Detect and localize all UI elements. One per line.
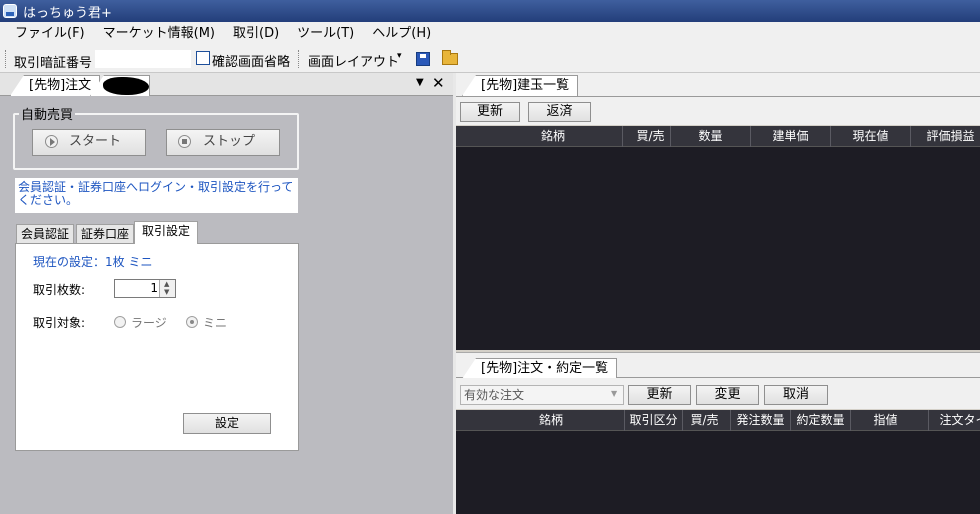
order-filter-select[interactable]: 有効な注文 <box>460 385 624 405</box>
orders-grid[interactable]: 銘柄 取引区分 買/売 発注数量 約定数量 指値 注文タイ <box>456 410 980 514</box>
toolbar-grip[interactable] <box>5 50 8 68</box>
chevron-down-icon[interactable]: ▾ <box>397 51 402 61</box>
radio-mini-label[interactable]: ミニ <box>203 314 227 331</box>
cancel-order-button[interactable]: 取消 <box>764 385 828 405</box>
menu-help[interactable]: ヘルプ(H) <box>363 22 440 46</box>
column-header[interactable]: 銘柄 <box>478 410 624 431</box>
menu-bar: ファイル(F) マーケット情報(M) 取引(D) ツール(T) ヘルプ(H) <box>0 22 980 46</box>
column-header[interactable]: 注文タイ <box>928 410 980 431</box>
toolbar: 取引暗証番号 確認画面省略 画面レイアウト ▾ <box>0 46 980 73</box>
chevron-down-icon[interactable]: ▼ <box>611 389 617 398</box>
radio-large-label[interactable]: ラージ <box>131 314 167 331</box>
trade-count-label: 取引枚数: <box>33 283 86 297</box>
tab-orders-executions[interactable]: [先物]注文・約定一覧 <box>462 358 618 379</box>
auto-trade-label: 自動売買 <box>19 104 76 123</box>
positions-grid-header: 銘柄 買/売 数量 建単価 現在値 評価損益 <box>456 126 980 147</box>
window-title: はっちゅう君+ <box>23 5 112 21</box>
tab-positions[interactable]: [先物]建玉一覧 <box>462 75 579 96</box>
tab-trade-settings[interactable]: 取引設定 <box>134 221 199 244</box>
column-header[interactable]: 約定数量 <box>790 410 850 431</box>
save-icon[interactable] <box>416 52 430 66</box>
spin-up-icon[interactable]: ▲ <box>164 280 169 288</box>
status-message: 会員認証・証券口座へログイン・取引設定を行ってください。 <box>15 178 298 213</box>
refresh-orders-button[interactable]: 更新 <box>628 385 691 405</box>
pane-menu-icon[interactable]: ▼ <box>416 77 424 88</box>
modify-order-button[interactable]: 変更 <box>696 385 759 405</box>
current-setting: 現在の設定：1枚 ミニ <box>33 255 153 269</box>
radio-large[interactable] <box>114 316 126 328</box>
app-icon <box>3 4 17 18</box>
repay-button[interactable]: 返済 <box>528 102 591 122</box>
close-icon[interactable]: ✕ <box>432 74 445 92</box>
title-bar: はっちゅう君+ <box>0 0 980 22</box>
menu-market-info[interactable]: マーケット情報(M) <box>94 22 224 46</box>
layout-dropdown[interactable]: 画面レイアウト <box>308 51 399 70</box>
trade-password-label: 取引暗証番号 <box>14 56 93 71</box>
refresh-positions-button[interactable]: 更新 <box>460 102 520 122</box>
column-header[interactable]: 建単価 <box>750 126 830 147</box>
tab-securities-account[interactable]: 証券口座 <box>76 224 135 243</box>
column-header[interactable]: 取引区分 <box>624 410 682 431</box>
skip-confirm-checkbox[interactable] <box>196 51 210 65</box>
redacted-scribble <box>103 77 149 95</box>
tab-member-auth[interactable]: 会員認証 <box>16 224 75 243</box>
column-header[interactable]: 数量 <box>670 126 750 147</box>
folder-open-icon[interactable] <box>442 50 458 65</box>
orders-grid-header: 銘柄 取引区分 買/売 発注数量 約定数量 指値 注文タイ <box>456 410 980 431</box>
menu-tools[interactable]: ツール(T) <box>288 22 363 46</box>
menu-file[interactable]: ファイル(F) <box>0 22 94 46</box>
column-header[interactable]: 銘柄 <box>478 126 628 147</box>
column-header[interactable]: 評価損益 <box>910 126 980 147</box>
play-icon <box>45 135 58 148</box>
tab-futures-order[interactable]: [先物]注文 <box>10 75 101 96</box>
column-header[interactable]: 現在値 <box>830 126 910 147</box>
trade-target-label: 取引対象: <box>33 316 86 330</box>
menu-trade[interactable]: 取引(D) <box>224 22 288 46</box>
spinner-buttons[interactable]: ▲ ▼ <box>159 280 175 297</box>
toolbar-grip[interactable] <box>298 50 301 68</box>
column-header[interactable]: 指値 <box>850 410 920 431</box>
spin-down-icon[interactable]: ▼ <box>164 288 169 296</box>
trade-password-input[interactable] <box>95 50 191 68</box>
skip-confirm-label[interactable]: 確認画面省略 <box>212 51 290 70</box>
column-header[interactable]: 買/売 <box>682 410 726 431</box>
apply-settings-button[interactable]: 設定 <box>183 413 271 434</box>
radio-mini[interactable] <box>186 316 198 328</box>
positions-grid[interactable]: 銘柄 買/売 数量 建単価 現在値 評価損益 <box>456 126 980 350</box>
stop-icon <box>178 135 191 148</box>
column-header[interactable]: 発注数量 <box>730 410 790 431</box>
